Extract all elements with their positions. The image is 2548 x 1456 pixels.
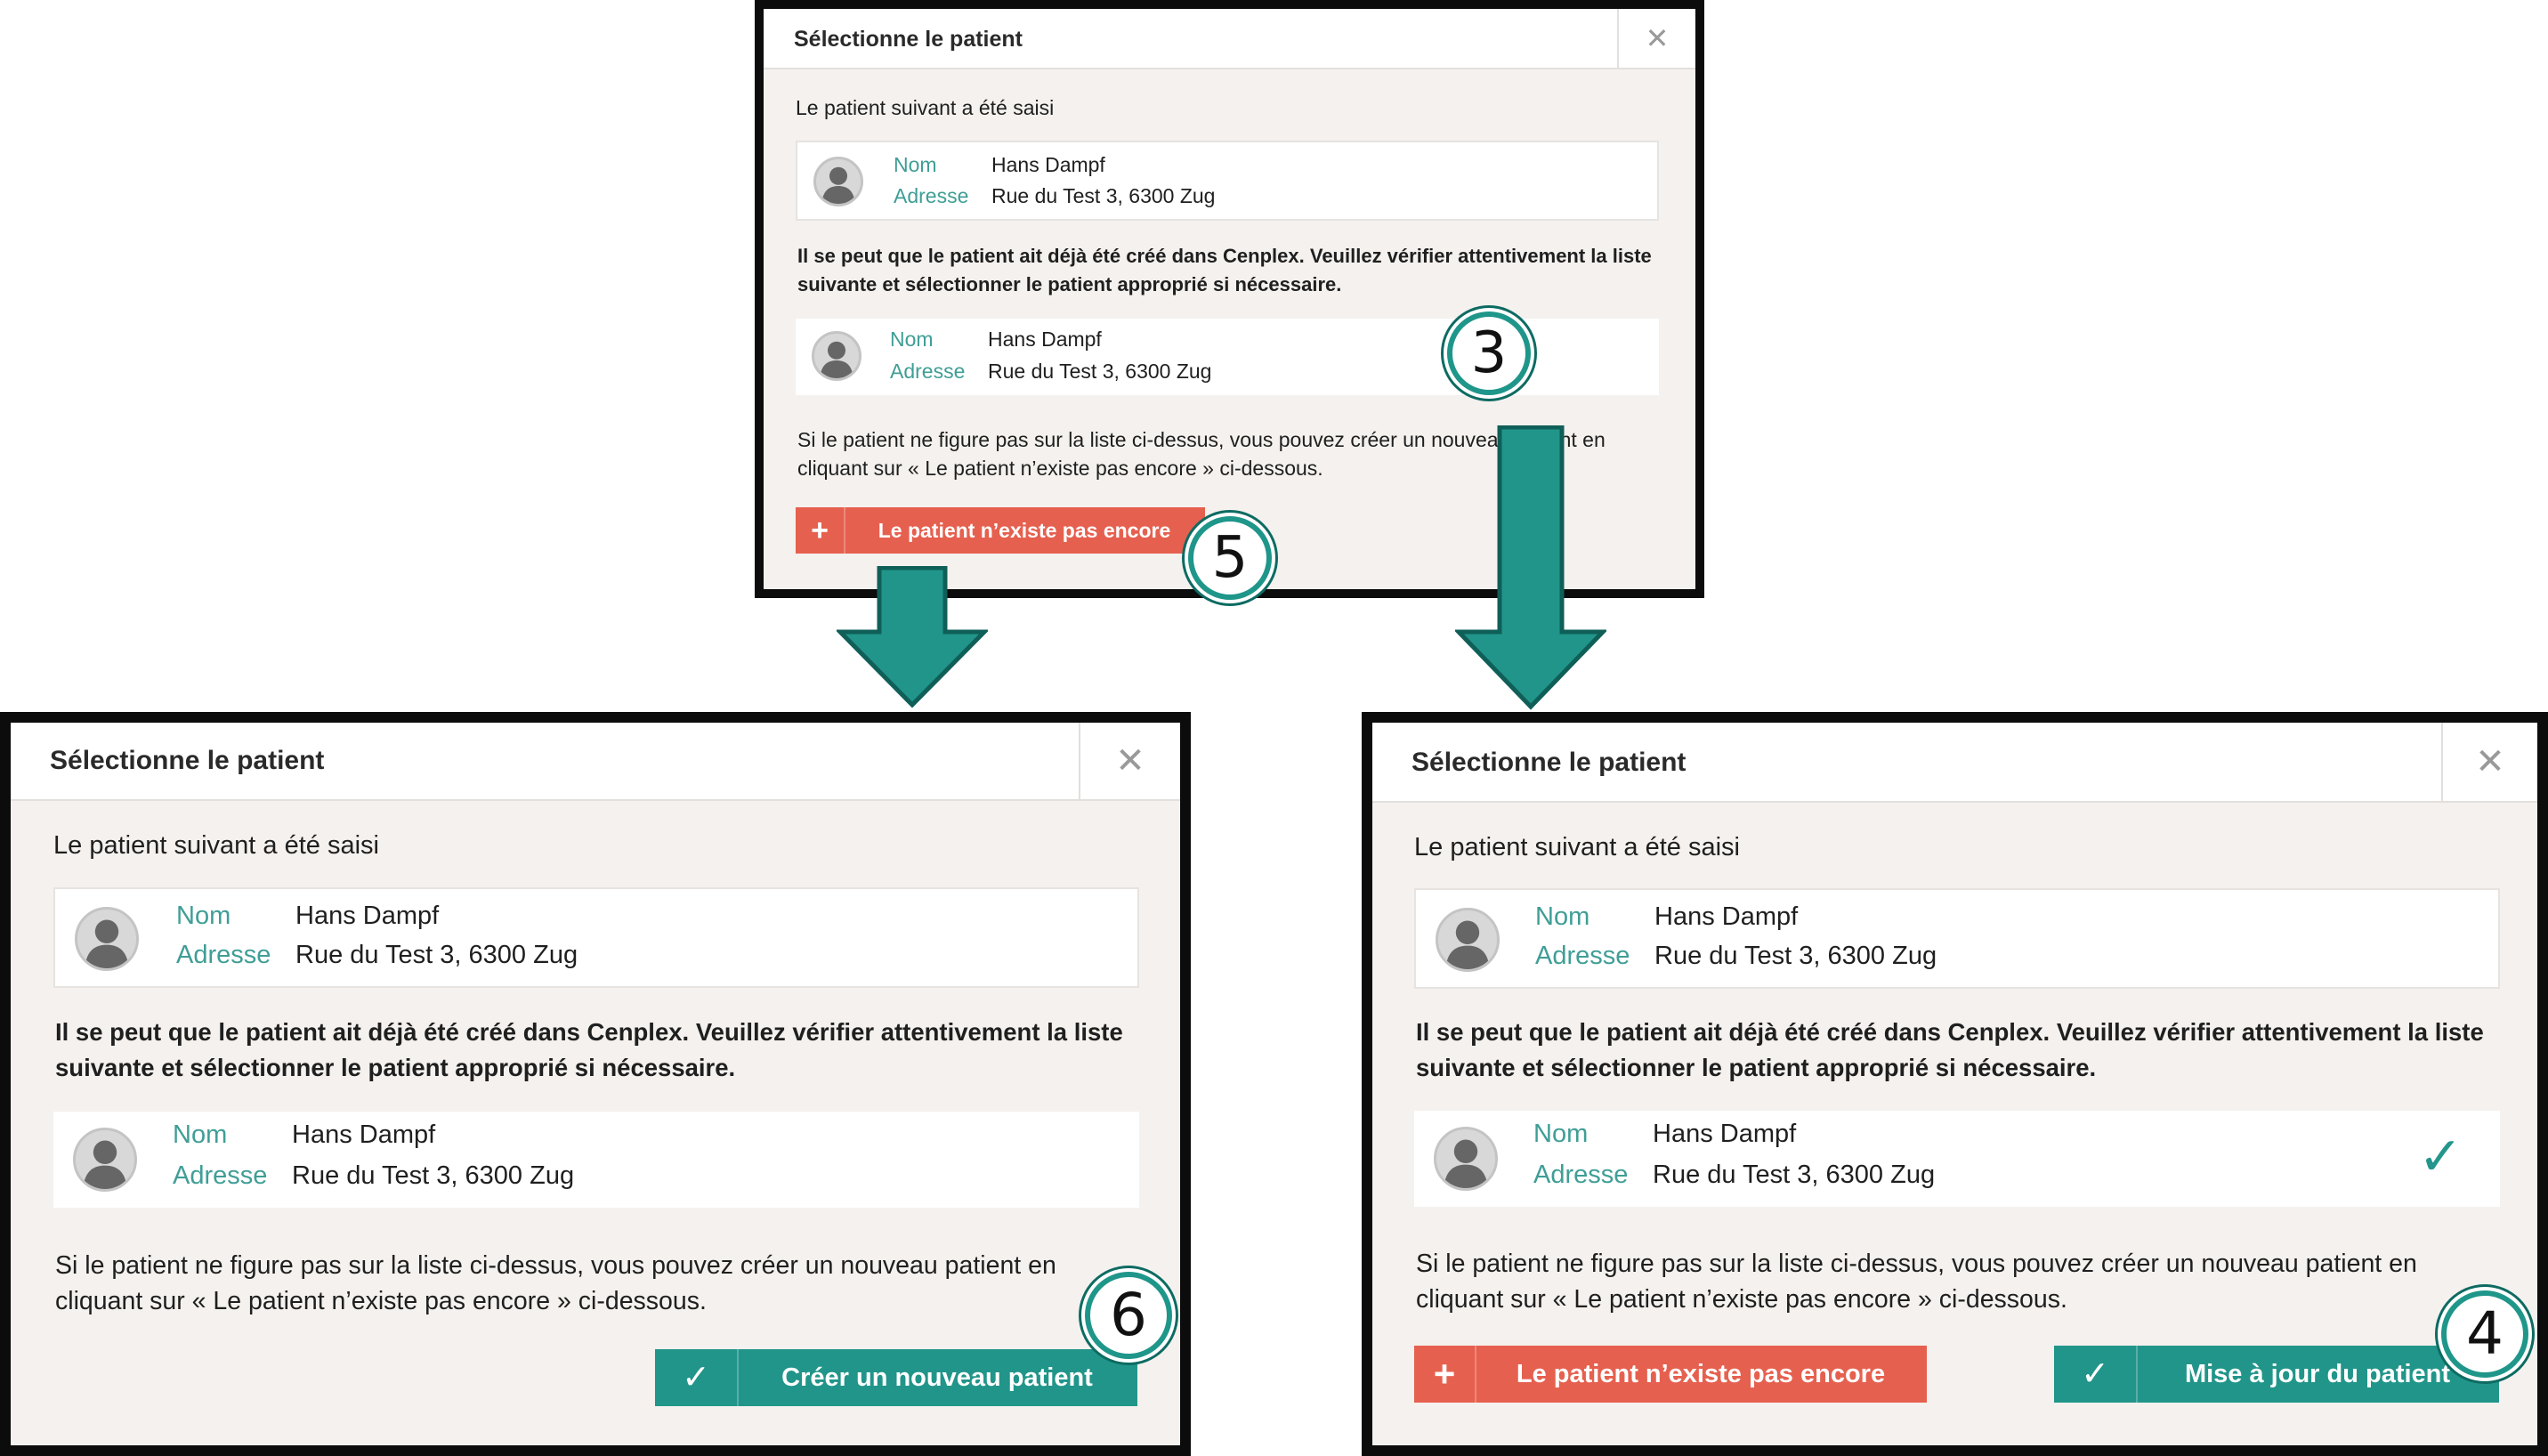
dialog-header: Sélectionne le patient ✕	[1372, 723, 2537, 803]
select-patient-dialog: Sélectionne le patient ✕ Le patient suiv…	[1372, 723, 2537, 1445]
name-label: Nom	[173, 1120, 228, 1149]
address-label: Adresse	[1533, 1161, 1629, 1189]
name-label: Nom	[176, 902, 231, 930]
match-name: Hans Dampf	[988, 328, 1102, 351]
entered-patient-card: Nom Hans Dampf Adresse Rue du Test 3, 63…	[1414, 888, 2500, 989]
entered-patient-card: Nom Hans Dampf Adresse Rue du Test 3, 63…	[53, 887, 1139, 988]
dialog-title: Sélectionne le patient	[50, 746, 325, 775]
down-arrow-icon	[1455, 425, 1606, 710]
check-icon: ✓	[2054, 1346, 2138, 1403]
button-label: Le patient n’existe pas encore	[1516, 1360, 1886, 1388]
intro-text: Le patient suivant a été saisi	[796, 96, 1055, 119]
close-icon[interactable]: ✕	[1079, 723, 1180, 799]
match-address: Rue du Test 3, 6300 Zug	[988, 360, 1212, 383]
match-name: Hans Dampf	[292, 1120, 436, 1149]
dialog-header: Sélectionne le patient ✕	[11, 723, 1180, 801]
address-label: Adresse	[176, 941, 271, 969]
intro-text: Le patient suivant a été saisi	[53, 831, 379, 860]
dialog-header: Sélectionne le patient ✕	[764, 9, 1695, 69]
patient-address: Rue du Test 3, 6300 Zug	[1654, 942, 1937, 970]
left-dialog-frame: Sélectionne le patient ✕ Le patient suiv…	[0, 712, 1191, 1456]
entered-patient-card: Nom Hans Dampf Adresse Rue du Test 3, 63…	[796, 141, 1659, 221]
duplicate-warning: Il se peut que le patient ait déjà été c…	[1416, 1018, 2484, 1081]
name-label: Nom	[1533, 1120, 1589, 1148]
match-address: Rue du Test 3, 6300 Zug	[1653, 1161, 1936, 1189]
name-label: Nom	[890, 328, 934, 351]
address-label: Adresse	[1535, 942, 1630, 970]
plus-icon: +	[1414, 1346, 1476, 1403]
patient-name: Hans Dampf	[1654, 902, 1799, 931]
patient-not-exist-button[interactable]: + Le patient n’existe pas encore	[796, 507, 1205, 554]
patient-name: Hans Dampf	[991, 153, 1105, 176]
match-name: Hans Dampf	[1653, 1120, 1797, 1148]
patient-not-exist-button[interactable]: + Le patient n’existe pas encore	[1414, 1346, 1927, 1403]
button-label: Créer un nouveau patient	[781, 1363, 1093, 1392]
button-label: Le patient n’existe pas encore	[878, 519, 1171, 542]
dialog-title: Sélectionne le patient	[794, 27, 1023, 52]
plus-icon: +	[796, 507, 845, 554]
name-label: Nom	[894, 153, 937, 176]
avatar-icon	[813, 157, 863, 206]
address-label: Adresse	[173, 1161, 268, 1190]
avatar-icon	[1436, 908, 1500, 972]
close-icon[interactable]: ✕	[1617, 9, 1695, 68]
selected-check-icon: ✓	[2418, 1127, 2463, 1186]
down-arrow-icon	[837, 566, 988, 708]
close-icon[interactable]: ✕	[2441, 723, 2537, 801]
duplicate-warning: Il se peut que le patient ait déjà été c…	[55, 1018, 1123, 1081]
select-patient-dialog: Sélectionne le patient ✕ Le patient suiv…	[11, 723, 1180, 1445]
match-address: Rue du Test 3, 6300 Zug	[292, 1161, 575, 1190]
step-6-badge: 6	[1085, 1272, 1172, 1359]
name-label: Nom	[1535, 902, 1590, 931]
patient-name: Hans Dampf	[295, 902, 440, 930]
patient-address: Rue du Test 3, 6300 Zug	[295, 941, 578, 969]
step-5-badge: 5	[1188, 516, 1272, 600]
duplicate-warning: Il se peut que le patient ait déjà été c…	[797, 245, 1652, 295]
matching-patient-row[interactable]: Nom Hans Dampf Adresse Rue du Test 3, 63…	[53, 1112, 1139, 1208]
step-4-badge: 4	[2441, 1290, 2528, 1378]
avatar-icon	[812, 331, 861, 381]
address-label: Adresse	[890, 360, 966, 383]
avatar-icon	[1434, 1127, 1498, 1191]
dialog-title: Sélectionne le patient	[1412, 748, 1687, 777]
avatar-icon	[75, 907, 139, 971]
button-label: Mise à jour du patient	[2184, 1360, 2451, 1388]
matching-patient-row-selected[interactable]: Nom Hans Dampf Adresse Rue du Test 3, 63…	[1414, 1111, 2500, 1207]
address-label: Adresse	[894, 184, 969, 207]
check-icon: ✓	[655, 1349, 739, 1406]
update-patient-button[interactable]: ✓ Mise à jour du patient	[2054, 1346, 2499, 1403]
avatar-icon	[73, 1128, 137, 1192]
create-hint: Si le patient ne figure pas sur la liste…	[55, 1251, 1056, 1315]
step-3-badge: 3	[1447, 311, 1531, 395]
create-new-patient-button[interactable]: ✓ Créer un nouveau patient	[655, 1349, 1137, 1406]
create-hint: Si le patient ne figure pas sur la liste…	[1416, 1250, 2417, 1314]
patient-address: Rue du Test 3, 6300 Zug	[991, 184, 1216, 207]
right-dialog-frame: Sélectionne le patient ✕ Le patient suiv…	[1362, 712, 2548, 1456]
intro-text: Le patient suivant a été saisi	[1414, 833, 1740, 861]
